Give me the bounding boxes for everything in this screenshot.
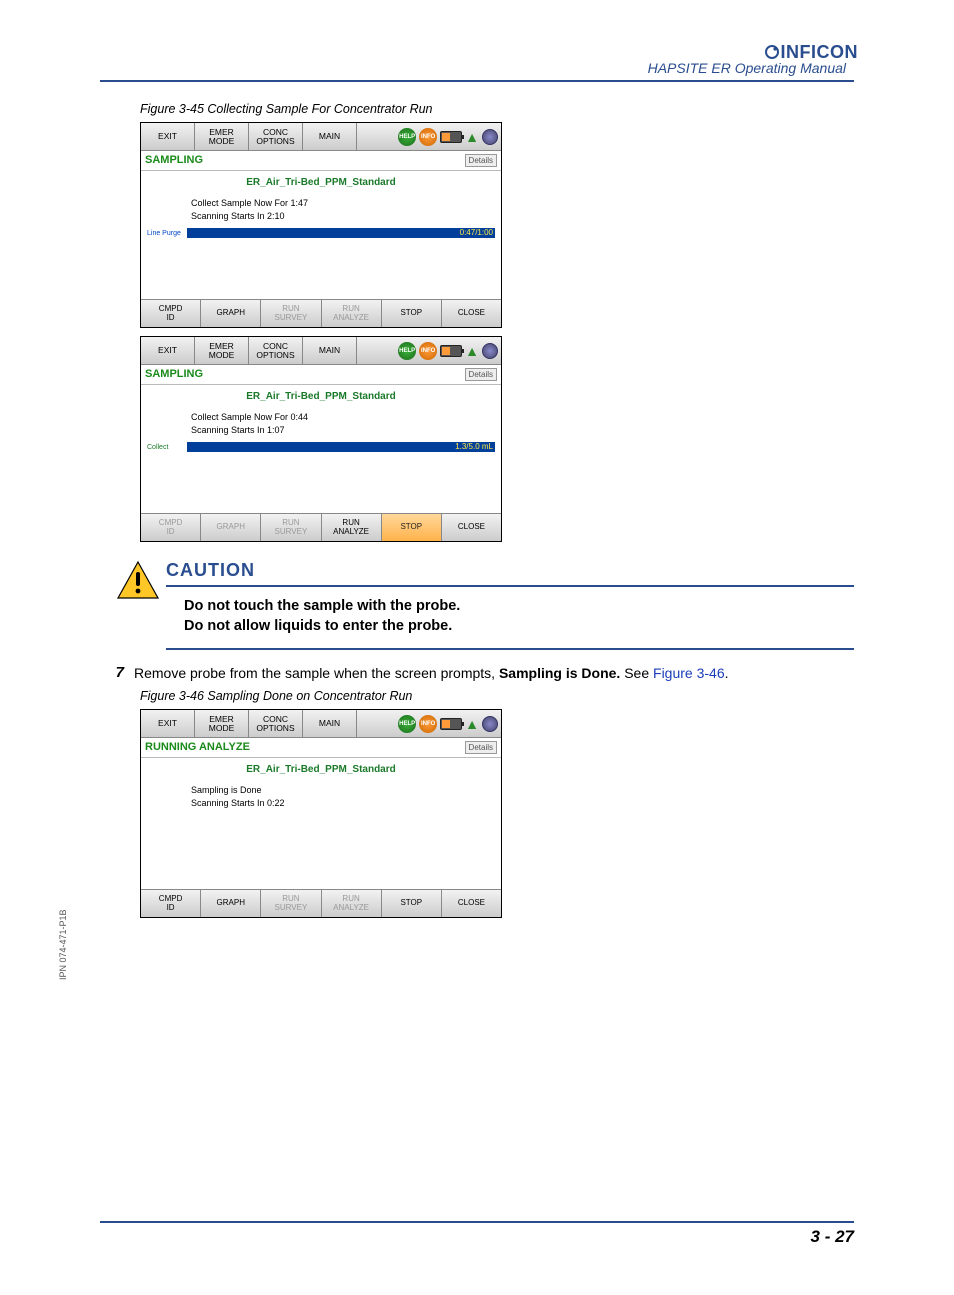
emer-mode-tab[interactable]: EMER MODE [195, 710, 249, 737]
emer-mode-tab[interactable]: EMER MODE [195, 337, 249, 364]
help-icon[interactable]: HELP [398, 128, 416, 146]
caution-icon [116, 560, 166, 650]
collect-line: Collect Sample Now For 0:44 [191, 412, 495, 422]
figure-46-link[interactable]: Figure 3-46 [653, 665, 725, 681]
brand-logo: INFICON [764, 42, 859, 63]
emer-mode-tab[interactable]: EMER MODE [195, 123, 249, 150]
caution-line-1: Do not touch the sample with the probe. [184, 597, 854, 617]
globe-icon [482, 343, 498, 359]
page-number: 3 - 27 [811, 1227, 854, 1246]
caution-title: CAUTION [166, 560, 854, 587]
close-button[interactable]: CLOSE [442, 890, 501, 917]
figure-46-caption: Figure 3-46 Sampling Done on Concentrato… [140, 689, 854, 703]
battery-icon [440, 345, 462, 357]
progress-readout: 0:47/1:00 [460, 228, 493, 237]
screenshot-fig46: EXIT EMER MODE CONC OPTIONS MAIN HELP IN… [140, 709, 502, 918]
screenshot-fig45a: EXIT EMER MODE CONC OPTIONS MAIN HELP IN… [140, 122, 502, 328]
progress-readout: 1.3/5.0 mL [455, 442, 493, 451]
globe-icon [482, 129, 498, 145]
conc-options-tab[interactable]: CONC OPTIONS [249, 710, 303, 737]
method-name: ER_Air_Tri-Bed_PPM_Standard [147, 391, 495, 402]
status-label: SAMPLING [145, 368, 203, 381]
stop-button[interactable]: STOP [382, 300, 442, 327]
cmpd-id-button: CMPD ID [141, 514, 201, 541]
help-icon[interactable]: HELP [398, 715, 416, 733]
side-ipn-text: IPN 074-471-P1B [58, 909, 68, 980]
step-7: 7 Remove probe from the sample when the … [100, 664, 854, 683]
info-icon[interactable]: INFO [419, 128, 437, 146]
exit-tab[interactable]: EXIT [141, 710, 195, 737]
run-survey-button: RUN SURVEY [261, 514, 321, 541]
caution-line-2: Do not allow liquids to enter the probe. [184, 617, 854, 637]
run-survey-button: RUN SURVEY [261, 300, 321, 327]
progress-bar: 0:47/1:00 [187, 228, 495, 238]
caution-block: CAUTION Do not touch the sample with the… [116, 560, 854, 650]
info-icon[interactable]: INFO [419, 342, 437, 360]
graph-button: GRAPH [201, 514, 261, 541]
tree-icon: ▲ [465, 716, 479, 732]
conc-options-tab[interactable]: CONC OPTIONS [249, 123, 303, 150]
details-button[interactable]: Details [465, 741, 497, 754]
exit-tab[interactable]: EXIT [141, 123, 195, 150]
battery-icon [440, 718, 462, 730]
tree-icon: ▲ [465, 129, 479, 145]
conc-options-tab[interactable]: CONC OPTIONS [249, 337, 303, 364]
status-label: SAMPLING [145, 154, 203, 167]
scan-line: Scanning Starts In 2:10 [191, 211, 495, 221]
main-tab[interactable]: MAIN [303, 710, 357, 737]
main-tab[interactable]: MAIN [303, 337, 357, 364]
progress-bar: 1.3/5.0 mL [187, 442, 495, 452]
graph-button[interactable]: GRAPH [201, 300, 261, 327]
tree-icon: ▲ [465, 343, 479, 359]
help-icon[interactable]: HELP [398, 342, 416, 360]
cmpd-id-button[interactable]: CMPD ID [141, 890, 201, 917]
globe-icon [482, 716, 498, 732]
close-button[interactable]: CLOSE [442, 300, 501, 327]
run-analyze-button: RUN ANALYZE [322, 890, 382, 917]
method-name: ER_Air_Tri-Bed_PPM_Standard [147, 177, 495, 188]
run-survey-button: RUN SURVEY [261, 890, 321, 917]
done-line: Sampling is Done [191, 785, 495, 795]
run-analyze-button: RUN ANALYZE [322, 300, 382, 327]
status-label: RUNNING ANALYZE [145, 741, 250, 754]
collect-line: Collect Sample Now For 1:47 [191, 198, 495, 208]
progress-label: Line Purge [147, 230, 187, 237]
main-tab[interactable]: MAIN [303, 123, 357, 150]
screenshot-fig45b: EXIT EMER MODE CONC OPTIONS MAIN HELP IN… [140, 336, 502, 542]
details-button[interactable]: Details [465, 154, 497, 167]
cmpd-id-button[interactable]: CMPD ID [141, 300, 201, 327]
run-analyze-button[interactable]: RUN ANALYZE [322, 514, 382, 541]
exit-tab[interactable]: EXIT [141, 337, 195, 364]
details-button[interactable]: Details [465, 368, 497, 381]
method-name: ER_Air_Tri-Bed_PPM_Standard [147, 764, 495, 775]
graph-button[interactable]: GRAPH [201, 890, 261, 917]
progress-label: Collect [147, 444, 187, 451]
stop-button[interactable]: STOP [382, 514, 442, 541]
step-number: 7 [100, 664, 134, 683]
stop-button[interactable]: STOP [382, 890, 442, 917]
info-icon[interactable]: INFO [419, 715, 437, 733]
scan-line: Scanning Starts In 1:07 [191, 425, 495, 435]
step-text: Remove probe from the sample when the sc… [134, 664, 854, 683]
figure-45-caption: Figure 3-45 Collecting Sample For Concen… [140, 102, 854, 116]
close-button[interactable]: CLOSE [442, 514, 501, 541]
scan-line: Scanning Starts In 0:22 [191, 798, 495, 808]
battery-icon [440, 131, 462, 143]
